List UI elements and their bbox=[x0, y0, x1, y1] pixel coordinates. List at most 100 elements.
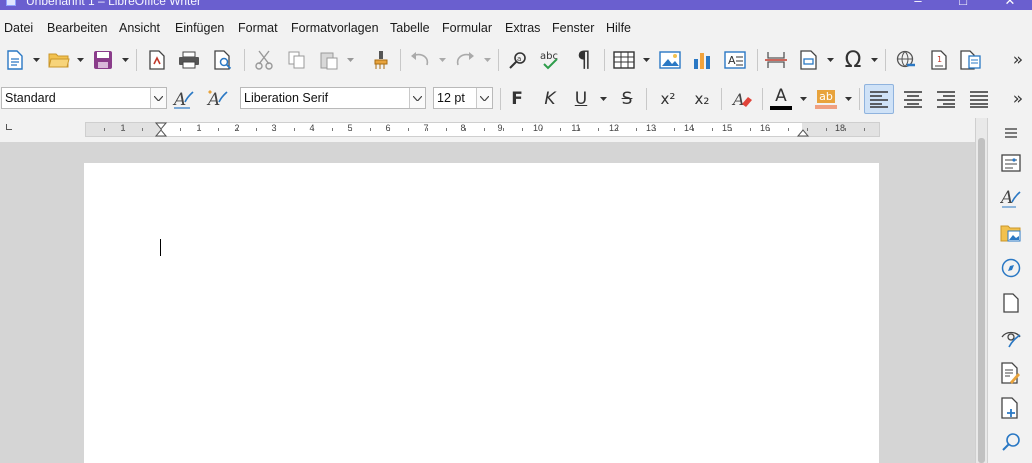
horizontal-ruler[interactable]: 1 1 2 3 4 5 6 7 8 9 10 11 12 13 14 15 16… bbox=[85, 122, 880, 137]
cut-icon[interactable] bbox=[251, 47, 277, 73]
menu-hilfe[interactable]: Hilfe bbox=[606, 21, 631, 35]
highlight-dropdown[interactable] bbox=[844, 86, 853, 112]
properties-icon[interactable] bbox=[998, 150, 1024, 176]
tab-stop-icon[interactable] bbox=[6, 124, 12, 130]
underline-button[interactable]: U bbox=[568, 86, 594, 112]
font-color-button[interactable]: A bbox=[768, 86, 794, 112]
design-icon[interactable] bbox=[998, 395, 1024, 421]
left-indent-marker[interactable] bbox=[154, 122, 168, 140]
font-color-dropdown[interactable] bbox=[799, 86, 808, 112]
styles-icon[interactable]: A bbox=[998, 185, 1024, 211]
document-page[interactable] bbox=[84, 163, 879, 463]
comment-icon[interactable] bbox=[958, 47, 984, 73]
menu-formatvorlagen[interactable]: Formatvorlagen bbox=[291, 21, 379, 35]
menu-ansicht[interactable]: Ansicht bbox=[119, 21, 160, 35]
formatting-marks-icon[interactable]: ¶ bbox=[571, 47, 597, 73]
undo-icon[interactable] bbox=[407, 47, 433, 73]
open-folder-icon[interactable] bbox=[46, 47, 72, 73]
menu-fenster[interactable]: Fenster bbox=[552, 21, 594, 35]
menu-datei[interactable]: Datei bbox=[4, 21, 33, 35]
navigator-icon[interactable] bbox=[998, 255, 1024, 281]
footnote-icon[interactable]: 1 bbox=[926, 47, 952, 73]
italic-icon: K bbox=[544, 88, 556, 109]
save-dropdown[interactable] bbox=[121, 47, 130, 73]
paste-icon[interactable] bbox=[316, 47, 342, 73]
ruler-tick bbox=[294, 128, 295, 131]
gallery-icon[interactable] bbox=[998, 220, 1024, 246]
chevron-down-icon[interactable] bbox=[150, 88, 166, 108]
find-replace-icon[interactable]: a bbox=[505, 47, 531, 73]
hyperlink-icon[interactable] bbox=[893, 47, 919, 73]
menu-format[interactable]: Format bbox=[238, 21, 278, 35]
sidebar-menu-icon[interactable] bbox=[998, 120, 1024, 146]
page-break-icon[interactable] bbox=[763, 47, 789, 73]
copy-icon[interactable] bbox=[284, 47, 310, 73]
paste-dropdown[interactable] bbox=[346, 47, 355, 73]
special-character-dropdown[interactable] bbox=[870, 47, 879, 73]
menu-bearbeiten[interactable]: Bearbeiten bbox=[47, 21, 107, 35]
ruler-tick bbox=[712, 128, 713, 131]
align-left-button[interactable] bbox=[864, 84, 894, 114]
ruler-tick bbox=[503, 128, 504, 131]
insert-table-icon[interactable] bbox=[611, 47, 637, 73]
font-color-icon: A bbox=[775, 86, 787, 106]
redo-dropdown[interactable] bbox=[483, 47, 492, 73]
new-document-dropdown[interactable] bbox=[32, 47, 41, 73]
ruler-tick bbox=[655, 128, 656, 131]
clear-formatting-button[interactable]: A bbox=[729, 86, 755, 112]
find-icon[interactable] bbox=[998, 429, 1024, 455]
italic-button[interactable]: K bbox=[537, 86, 563, 112]
menu-extras[interactable]: Extras bbox=[505, 21, 540, 35]
close-icon[interactable]: ✕ bbox=[1000, 0, 1020, 9]
page-icon[interactable] bbox=[998, 290, 1024, 316]
paragraph-style-select[interactable]: Standard bbox=[1, 87, 167, 109]
align-right-button[interactable] bbox=[933, 86, 959, 112]
toolbar-separator bbox=[859, 88, 860, 110]
insert-textbox-icon[interactable]: A bbox=[722, 47, 748, 73]
maximize-icon[interactable]: □ bbox=[953, 0, 973, 8]
insert-field-dropdown[interactable] bbox=[826, 47, 835, 73]
strikethrough-button[interactable]: S bbox=[614, 86, 640, 112]
minimize-icon[interactable]: – bbox=[908, 0, 928, 8]
font-name-select[interactable]: Liberation Serif bbox=[240, 87, 426, 109]
style-inspector-icon[interactable] bbox=[998, 325, 1024, 351]
subscript-button[interactable]: x₂ bbox=[689, 86, 715, 112]
spellcheck-icon[interactable]: abc bbox=[538, 47, 564, 73]
new-document-icon[interactable] bbox=[2, 47, 28, 73]
menu-einfuegen[interactable]: Einfügen bbox=[175, 21, 224, 35]
update-style-icon[interactable]: A bbox=[170, 86, 196, 112]
clone-formatting-icon[interactable] bbox=[368, 47, 394, 73]
insert-image-icon[interactable] bbox=[657, 47, 683, 73]
insert-field-icon[interactable] bbox=[796, 47, 822, 73]
open-dropdown[interactable] bbox=[76, 47, 85, 73]
superscript-button[interactable]: x² bbox=[655, 86, 681, 112]
redo-icon[interactable] bbox=[452, 47, 478, 73]
menu-formular[interactable]: Formular bbox=[442, 21, 492, 35]
bold-button[interactable]: F bbox=[504, 86, 530, 112]
insert-chart-icon[interactable] bbox=[689, 47, 715, 73]
ruler-tick bbox=[218, 128, 219, 131]
more-icon[interactable]: » bbox=[1008, 86, 1028, 112]
more-icon[interactable]: » bbox=[1008, 47, 1028, 73]
undo-dropdown[interactable] bbox=[438, 47, 447, 73]
special-character-icon[interactable]: Ω bbox=[840, 47, 866, 73]
vertical-scrollbar[interactable] bbox=[975, 118, 987, 463]
print-preview-icon[interactable] bbox=[210, 47, 236, 73]
highlight-button[interactable]: ab bbox=[813, 86, 839, 112]
paragraph-style-value: Standard bbox=[5, 91, 56, 105]
save-icon[interactable] bbox=[90, 47, 116, 73]
new-style-icon[interactable]: A bbox=[204, 86, 230, 112]
manage-changes-icon[interactable] bbox=[998, 360, 1024, 386]
print-icon[interactable] bbox=[176, 47, 202, 73]
right-indent-marker[interactable] bbox=[796, 122, 810, 140]
align-center-button[interactable] bbox=[900, 86, 926, 112]
scrollbar-thumb[interactable] bbox=[978, 138, 985, 463]
insert-table-dropdown[interactable] bbox=[642, 47, 651, 73]
justify-button[interactable] bbox=[966, 86, 992, 112]
chevron-down-icon[interactable] bbox=[409, 88, 425, 108]
menu-tabelle[interactable]: Tabelle bbox=[390, 21, 430, 35]
font-size-select[interactable]: 12 pt bbox=[433, 87, 493, 109]
chevron-down-icon[interactable] bbox=[476, 88, 492, 108]
export-pdf-icon[interactable] bbox=[144, 47, 170, 73]
underline-dropdown[interactable] bbox=[599, 86, 608, 112]
